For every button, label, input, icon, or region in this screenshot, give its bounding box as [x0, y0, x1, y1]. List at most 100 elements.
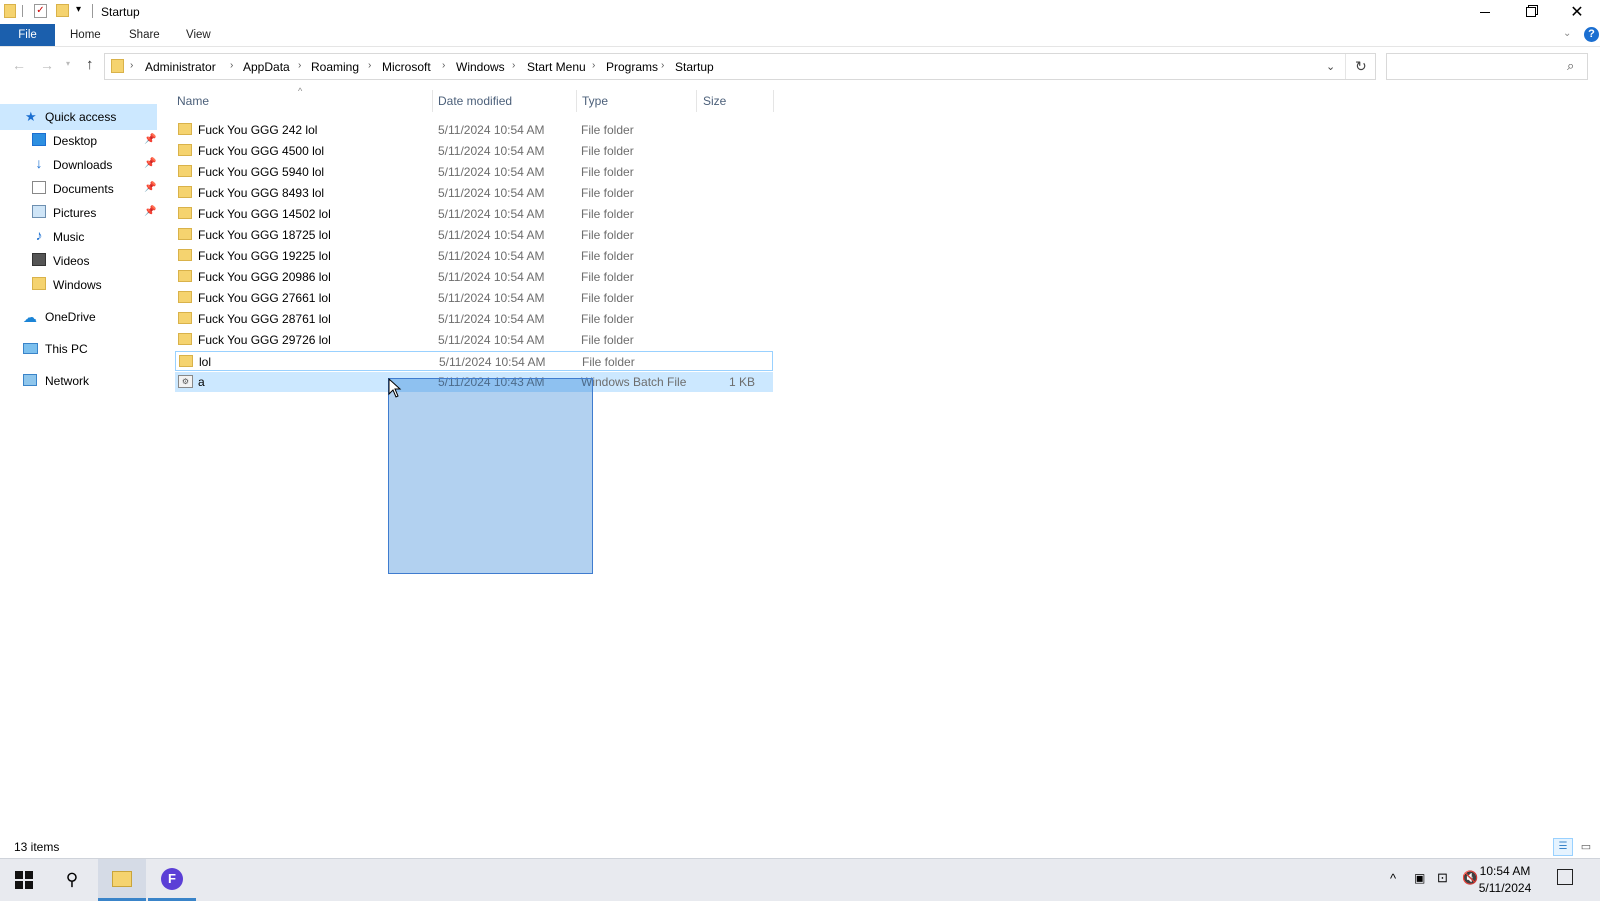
videos-icon: [32, 253, 46, 266]
column-divider[interactable]: [696, 90, 697, 112]
file-name: Fuck You GGG 14502 lol: [198, 207, 331, 221]
file-type: File folder: [581, 207, 634, 221]
breadcrumb-microsoft[interactable]: Microsoft: [382, 60, 431, 74]
sidebar-item-videos[interactable]: Videos: [0, 250, 157, 272]
file-row[interactable]: Fuck You GGG 14502 lol 5/11/2024 10:54 AM…: [175, 204, 773, 224]
help-icon[interactable]: ?: [1584, 27, 1599, 42]
tab-share[interactable]: Share: [129, 24, 160, 46]
minimize-icon: [1480, 11, 1490, 13]
sidebar-item-music[interactable]: ♪ Music: [0, 226, 157, 248]
refresh-button[interactable]: ↻: [1355, 58, 1367, 75]
breadcrumb-separator-icon: ›: [661, 60, 665, 71]
breadcrumb-separator-icon: ›: [442, 60, 446, 71]
column-divider[interactable]: [432, 90, 433, 112]
file-row[interactable]: Fuck You GGG 5940 lol 5/11/2024 10:54 AM F…: [175, 162, 773, 182]
file-row[interactable]: Fuck You GGG 20986 lol 5/11/2024 10:54 AM…: [175, 267, 773, 287]
breadcrumb-programs[interactable]: Programs: [606, 60, 658, 74]
sidebar-item-label: Music: [53, 230, 85, 244]
sidebar-item-documents[interactable]: Documents 📌: [0, 178, 157, 200]
breadcrumb-separator-icon: ›: [298, 60, 302, 71]
minimize-button[interactable]: [1462, 0, 1508, 24]
folder-icon: [111, 59, 124, 73]
restore-button[interactable]: [1508, 0, 1554, 24]
star-icon: ★: [25, 109, 37, 124]
expand-ribbon-icon[interactable]: ⌄: [1563, 28, 1571, 39]
search-box[interactable]: ⌕: [1386, 53, 1588, 80]
restore-icon: [1526, 7, 1536, 17]
tab-file[interactable]: File: [0, 24, 55, 46]
sidebar-item-windows[interactable]: Windows: [0, 274, 157, 296]
file-name: Fuck You GGG 20986 lol: [198, 270, 331, 284]
large-icons-view-button[interactable]: ▭: [1577, 838, 1595, 856]
folder-icon: [178, 249, 192, 261]
sidebar-item-label: OneDrive: [45, 310, 96, 324]
new-folder-icon[interactable]: [56, 4, 69, 17]
large-icons-view-icon: ▭: [1580, 841, 1592, 853]
sidebar-item-this-pc[interactable]: This PC: [0, 338, 157, 360]
file-row[interactable]: Fuck You GGG 242 lol 5/11/2024 10:54 AM Fi…: [175, 120, 773, 140]
network-status-icon[interactable]: ⊡: [1437, 870, 1448, 886]
clock-date: 5/11/2024: [1478, 881, 1532, 895]
column-header-name[interactable]: Name: [177, 94, 209, 108]
tab-view[interactable]: View: [186, 24, 211, 46]
column-header-size[interactable]: Size: [703, 94, 726, 108]
breadcrumb-startup[interactable]: Startup: [675, 60, 714, 74]
customize-quick-access-icon[interactable]: ▾: [76, 4, 81, 15]
recent-locations-button[interactable]: ▾: [66, 59, 70, 68]
details-view-button[interactable]: ☰: [1553, 838, 1573, 856]
music-icon: ♪: [35, 227, 43, 243]
file-row[interactable]: Fuck You GGG 19225 lol 5/11/2024 10:54 AM…: [175, 246, 773, 266]
sidebar-item-onedrive[interactable]: ☁ OneDrive: [0, 306, 157, 328]
sidebar-item-quick-access[interactable]: ★ Quick access: [0, 104, 157, 130]
search-input[interactable]: [1391, 57, 1565, 78]
breadcrumb-roaming[interactable]: Roaming: [311, 60, 359, 74]
taskbar-file-explorer[interactable]: [98, 859, 146, 901]
sidebar-item-label: Windows: [53, 278, 102, 292]
file-date: 5/11/2024 10:54 AM: [438, 207, 545, 221]
start-button[interactable]: [0, 859, 48, 901]
address-history-dropdown[interactable]: ⌄: [1326, 60, 1335, 73]
file-row[interactable]: Fuck You GGG 18725 lol 5/11/2024 10:54 AM…: [175, 225, 773, 245]
pin-icon: 📌: [144, 206, 157, 217]
file-row[interactable]: Fuck You GGG 28761 lol 5/11/2024 10:54 AM…: [175, 309, 773, 329]
file-row[interactable]: Fuck You GGG 4500 lol 5/11/2024 10:54 AM F…: [175, 141, 773, 161]
close-button[interactable]: ✕: [1554, 0, 1600, 24]
address-bar[interactable]: › Administrator › AppData › Roaming › Mi…: [104, 53, 1376, 80]
breadcrumb-windows[interactable]: Windows: [456, 60, 505, 74]
folder-icon: [178, 270, 192, 282]
meet-now-icon[interactable]: ▣: [1414, 871, 1425, 885]
show-hidden-icons-button[interactable]: ^: [1390, 871, 1396, 886]
pin-icon: 📌: [144, 158, 157, 169]
file-name: Fuck You GGG 8493 lol: [198, 186, 325, 200]
file-row[interactable]: Fuck You GGG 8493 lol 5/11/2024 10:54 AM F…: [175, 183, 773, 203]
sidebar-item-downloads[interactable]: ↓ Downloads 📌: [0, 154, 157, 176]
properties-icon[interactable]: ✓: [34, 4, 47, 18]
divider: [92, 4, 93, 18]
forward-button[interactable]: →: [40, 57, 54, 73]
sidebar-item-network[interactable]: Network: [0, 370, 157, 392]
taskbar-clock[interactable]: 10:54 AM 5/11/2024: [1470, 863, 1540, 897]
file-name: Fuck You GGG 19225 lol: [198, 249, 331, 263]
forward-arrow-icon: →: [40, 57, 54, 73]
file-type: File folder: [581, 312, 634, 326]
pin-icon: 📌: [144, 134, 157, 145]
breadcrumb-administrator[interactable]: Administrator: [145, 60, 216, 74]
desktop-icon: [32, 133, 46, 146]
column-divider[interactable]: [576, 90, 577, 112]
breadcrumb-appdata[interactable]: AppData: [243, 60, 290, 74]
taskbar-app[interactable]: F: [148, 859, 196, 901]
notifications-button[interactable]: [1557, 869, 1573, 885]
column-divider[interactable]: [773, 90, 774, 112]
tab-home[interactable]: Home: [70, 24, 101, 46]
taskbar-search-button[interactable]: ⚲: [48, 859, 96, 901]
file-row[interactable]: Fuck You GGG 27661 lol 5/11/2024 10:54 AM…: [175, 288, 773, 308]
sidebar-item-desktop[interactable]: Desktop 📌: [0, 130, 157, 152]
column-header-date[interactable]: Date modified: [438, 94, 512, 108]
file-row[interactable]: lol 5/11/2024 10:54 AM File folder: [175, 351, 773, 371]
breadcrumb-start-menu[interactable]: Start Menu: [527, 60, 586, 74]
column-header-type[interactable]: Type: [582, 94, 608, 108]
up-button[interactable]: ↑: [86, 56, 94, 73]
sidebar-item-pictures[interactable]: Pictures 📌: [0, 202, 157, 224]
back-button[interactable]: ←: [12, 57, 26, 73]
file-row[interactable]: Fuck You GGG 29726 lol 5/11/2024 10:54 AM…: [175, 330, 773, 350]
